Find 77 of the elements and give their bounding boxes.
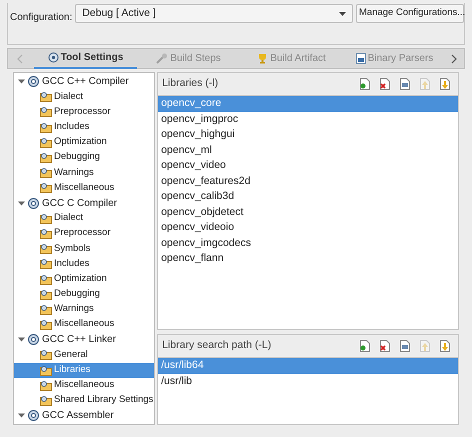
tree-item[interactable]: Dialect bbox=[14, 210, 154, 226]
list-item[interactable]: /usr/lib bbox=[158, 374, 458, 389]
folder-icon bbox=[40, 167, 52, 178]
tree-item[interactable]: Includes bbox=[14, 256, 154, 272]
expanded-icon[interactable] bbox=[18, 336, 25, 344]
list-item[interactable]: opencv_video bbox=[158, 158, 458, 174]
configuration-label: Configuration: bbox=[10, 11, 74, 25]
add-icon bbox=[359, 78, 371, 90]
expanded-icon[interactable] bbox=[18, 200, 25, 207]
tree-item[interactable]: Preprocessor bbox=[14, 104, 154, 120]
arrow-up-icon bbox=[419, 340, 431, 352]
tree-item[interactable]: Debugging bbox=[14, 150, 154, 166]
list-item[interactable]: opencv_highgui bbox=[158, 127, 458, 142]
tree-item[interactable]: Dialect bbox=[14, 89, 154, 104]
folder-icon bbox=[40, 106, 52, 118]
expanded-icon[interactable] bbox=[18, 412, 25, 420]
folder-icon bbox=[40, 243, 52, 254]
list-title: Library search path (-L) bbox=[162, 338, 272, 354]
tree-item[interactable]: Includes bbox=[14, 120, 154, 135]
tree-item[interactable]: General bbox=[14, 347, 154, 363]
configuration-dropdown[interactable]: Debug [ Active ] bbox=[75, 4, 353, 23]
tree-node[interactable]: GCC C++ Compiler bbox=[14, 74, 154, 90]
list-item[interactable]: opencv_flann bbox=[158, 251, 458, 266]
list-item[interactable]: opencv_calib3d bbox=[158, 189, 458, 204]
tree-item[interactable]: Warnings bbox=[14, 302, 154, 317]
list-item[interactable]: opencv_ml bbox=[158, 142, 458, 158]
edit-icon bbox=[399, 78, 411, 90]
tree-item[interactable]: Debugging bbox=[14, 286, 154, 302]
tree-item[interactable]: Optimization bbox=[14, 271, 154, 287]
add-icon bbox=[359, 340, 371, 352]
folder-icon bbox=[40, 380, 52, 391]
folder-icon bbox=[40, 258, 52, 270]
arrow-up-icon bbox=[419, 78, 431, 90]
folder-icon bbox=[40, 136, 52, 148]
tree-item[interactable]: Warnings bbox=[14, 165, 154, 180]
delete-icon bbox=[379, 340, 391, 352]
list-item[interactable]: opencv_objdetect bbox=[158, 204, 458, 220]
list-item[interactable]: opencv_imgcodecs bbox=[158, 236, 458, 251]
list-item[interactable]: opencv_features2d bbox=[158, 174, 458, 189]
manage-configurations-button[interactable]: Manage Configurations... bbox=[356, 4, 464, 23]
list-title: Libraries (-l) bbox=[162, 76, 218, 92]
tab[interactable]: Tool Settings bbox=[34, 48, 137, 68]
folder-icon bbox=[40, 182, 52, 194]
tree-node[interactable]: GCC Assembler bbox=[14, 408, 154, 424]
folder-icon bbox=[40, 91, 52, 102]
folder-icon bbox=[40, 212, 52, 224]
tree-item[interactable]: Shared Library Settings bbox=[14, 392, 154, 408]
folder-icon bbox=[40, 274, 52, 285]
folder-icon bbox=[40, 304, 52, 315]
delete-icon bbox=[379, 78, 391, 90]
list-item[interactable]: opencv_videoio bbox=[158, 220, 458, 236]
tree-node[interactable]: GCC C Compiler bbox=[14, 196, 154, 211]
document-icon bbox=[356, 53, 366, 64]
expanded-icon[interactable] bbox=[18, 78, 25, 86]
list-item[interactable]: opencv_imgproc bbox=[158, 112, 458, 127]
folder-icon bbox=[40, 349, 52, 360]
edit-icon bbox=[399, 340, 411, 352]
tree-item[interactable]: Optimization bbox=[14, 134, 154, 150]
tree-item[interactable]: Miscellaneous bbox=[14, 378, 154, 393]
folder-icon bbox=[40, 152, 52, 164]
folder-icon bbox=[40, 364, 52, 376]
folder-icon bbox=[40, 122, 52, 133]
folder-icon bbox=[40, 228, 52, 239]
tree-item[interactable]: Preprocessor bbox=[14, 226, 154, 242]
arrow-down-icon bbox=[439, 340, 451, 352]
chevron-right-icon[interactable] bbox=[450, 54, 458, 64]
trophy-icon bbox=[257, 53, 268, 64]
tree-item[interactable]: Miscellaneous bbox=[14, 317, 154, 332]
folder-icon bbox=[40, 288, 52, 300]
folder-icon bbox=[40, 319, 52, 330]
tree-node[interactable]: GCC C++ Linker bbox=[14, 332, 154, 348]
caret-icon bbox=[339, 12, 346, 16]
tree-item[interactable]: Miscellaneous bbox=[14, 180, 154, 196]
wrench-icon bbox=[156, 53, 168, 64]
tree-item[interactable]: Symbols bbox=[14, 241, 154, 256]
arrow-down-icon bbox=[439, 78, 451, 90]
folder-icon bbox=[40, 395, 52, 406]
